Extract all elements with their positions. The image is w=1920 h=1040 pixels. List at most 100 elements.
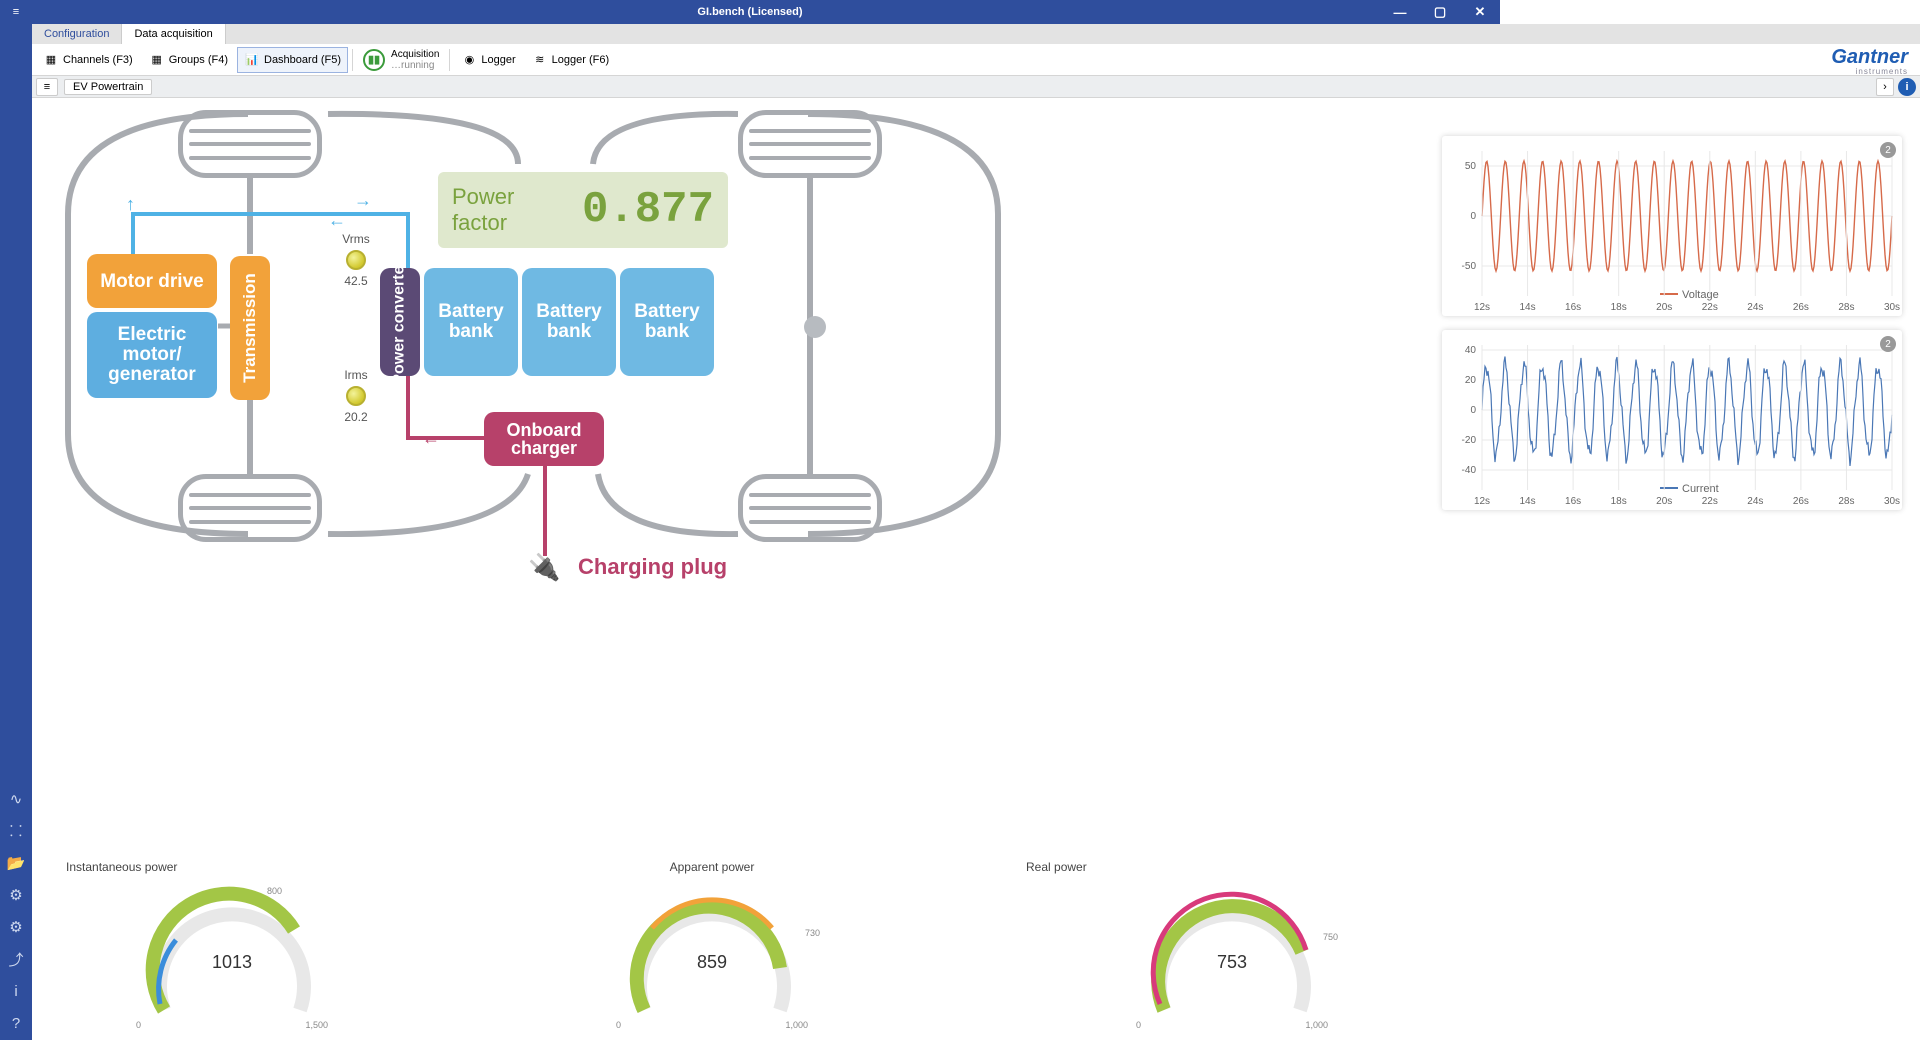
share-icon[interactable]: ⤴: [7, 950, 25, 968]
led-icon: [346, 250, 366, 270]
gauge-title: Real power: [1026, 860, 1438, 874]
svg-text:12s: 12s: [1474, 496, 1490, 507]
separator: [352, 49, 353, 71]
main-area: Configuration Data acquisition ▦ Channel…: [32, 24, 1920, 1040]
svg-text:50: 50: [1465, 161, 1477, 172]
svg-text:26s: 26s: [1793, 302, 1809, 313]
gauge-min: 0: [136, 1020, 141, 1030]
network-icon[interactable]: ⸬: [7, 822, 25, 840]
block-transmission: Transmission: [230, 256, 270, 400]
svg-text:12s: 12s: [1474, 302, 1490, 313]
pause-icon[interactable]: ▮▮: [363, 49, 385, 71]
svg-text:40: 40: [1465, 345, 1477, 356]
groups-button[interactable]: ▦ Groups (F4): [142, 47, 235, 73]
vrms-indicator: Vrms 42.5: [328, 232, 384, 288]
series-count-badge: 2: [1880, 142, 1896, 158]
irms-indicator: Irms 20.2: [328, 368, 384, 424]
wheel-front-right: [738, 110, 882, 178]
acquisition-state: …running: [391, 60, 439, 71]
svg-text:-40: -40: [1462, 465, 1477, 476]
block-battery-bank-3: Battery bank: [620, 268, 714, 376]
svg-text:28s: 28s: [1838, 496, 1854, 507]
folder-open-icon[interactable]: 📂: [7, 854, 25, 872]
record-icon: ◉: [461, 52, 477, 68]
wheel-rear-right: [738, 474, 882, 542]
gauge-peak: 730: [805, 928, 820, 938]
svg-text:Voltage: Voltage: [1682, 289, 1719, 301]
arrow-up-icon: ↑: [126, 194, 135, 215]
close-button[interactable]: ✕: [1460, 0, 1500, 24]
main-tabs: Configuration Data acquisition: [32, 24, 1920, 44]
dashboard-button[interactable]: 📊 Dashboard (F5): [237, 47, 348, 73]
led-icon: [346, 386, 366, 406]
power-factor-label: Power factor: [452, 184, 570, 236]
minimize-button[interactable]: —: [1380, 0, 1420, 24]
main-menu-icon[interactable]: ≡: [4, 0, 28, 24]
plug-line: [543, 466, 547, 556]
gauge-max: 1,500: [305, 1020, 328, 1030]
toolbar: ▦ Channels (F3) ▦ Groups (F4) 📊 Dashboar…: [32, 44, 1920, 76]
waveform-icon[interactable]: ∿: [7, 790, 25, 808]
svg-text:28s: 28s: [1838, 302, 1854, 313]
hamburger-icon[interactable]: ≡: [36, 78, 58, 96]
current-chart[interactable]: 2 40 20 0 -20 -40 Current 12s14s16s1: [1442, 330, 1902, 510]
gauge-instantaneous-power[interactable]: Instantaneous power 1013 0 1,500 800: [62, 856, 402, 1036]
logger-f6-button[interactable]: ≋ Logger (F6): [525, 47, 616, 73]
block-battery-bank-2: Battery bank: [522, 268, 616, 376]
vrms-label: Vrms: [328, 232, 384, 246]
joint-dot: [804, 316, 826, 338]
tab-data-acquisition[interactable]: Data acquisition: [122, 24, 225, 44]
acquisition-label: Acquisition: [391, 49, 439, 60]
arrow-right-icon: →: [354, 190, 372, 211]
powertrain-diagram: Power factor 0.877 Motor drive Electric …: [38, 104, 1018, 584]
stack-icon: ≋: [532, 52, 548, 68]
grid-icon: ▦: [43, 52, 59, 68]
logger-button[interactable]: ◉ Logger: [454, 47, 522, 73]
chart-icon: 📊: [244, 52, 260, 68]
info-icon[interactable]: i: [7, 982, 25, 1000]
gauge-value: 1013: [142, 952, 322, 973]
svg-text:20: 20: [1465, 375, 1477, 386]
logger-label: Logger: [481, 54, 515, 66]
app-title: GI.bench (Licensed): [697, 6, 802, 18]
info-badge-icon[interactable]: i: [1898, 78, 1916, 96]
chevron-right-icon[interactable]: ›: [1876, 78, 1894, 96]
power-factor-value: 0.877: [582, 185, 714, 235]
maximize-button[interactable]: ▢: [1420, 0, 1460, 24]
charging-plug-label: Charging plug: [578, 554, 727, 580]
block-onboard-charger: Onboard charger: [484, 412, 604, 466]
vrms-value: 42.5: [328, 274, 384, 288]
groups-label: Groups (F4): [169, 54, 228, 66]
gauge-apparent-power[interactable]: Apparent power 859 0 1,000 730: [502, 856, 922, 1036]
voltage-chart[interactable]: 2 50 0 -50 Voltage 12s14s16s18s20s22s24s…: [1442, 136, 1902, 316]
dashboard-crumb[interactable]: EV Powertrain: [64, 79, 152, 95]
dashboard-subheader: ≡ EV Powertrain › i: [32, 76, 1920, 98]
screen-settings-icon[interactable]: ⚙: [7, 886, 25, 904]
help-icon[interactable]: ?: [7, 1014, 25, 1032]
svg-text:22s: 22s: [1702, 302, 1718, 313]
svg-text:22s: 22s: [1702, 496, 1718, 507]
dashboard-canvas: Power factor 0.877 Motor drive Electric …: [32, 98, 1920, 1040]
block-electric-motor-generator: Electric motor/ generator: [87, 312, 217, 398]
svg-text:18s: 18s: [1611, 302, 1627, 313]
gauge-min: 0: [1136, 1020, 1141, 1030]
wheel-rear-left: [178, 474, 322, 542]
gauge-peak: 800: [267, 886, 282, 896]
svg-text:0: 0: [1470, 211, 1476, 222]
svg-text:20s: 20s: [1656, 302, 1672, 313]
svg-text:-50: -50: [1462, 261, 1477, 272]
svg-text:0: 0: [1470, 405, 1476, 416]
svg-text:18s: 18s: [1611, 496, 1627, 507]
side-rail: ∿ ⸬ 📂 ⚙ ⚙ ⤴ i ?: [0, 24, 32, 1040]
svg-text:24s: 24s: [1747, 496, 1763, 507]
gauge-real-power[interactable]: Real power 753 0 1,000 750: [1022, 856, 1442, 1036]
gauge-value: 753: [1142, 952, 1322, 973]
gauge-max: 1,000: [785, 1020, 808, 1030]
tab-configuration[interactable]: Configuration: [32, 24, 122, 44]
acquisition-status[interactable]: ▮▮ Acquisition …running: [357, 49, 445, 71]
gauge-peak: 750: [1323, 932, 1338, 942]
channels-button[interactable]: ▦ Channels (F3): [36, 47, 140, 73]
series-count-badge: 2: [1880, 336, 1896, 352]
block-motor-drive: Motor drive: [87, 254, 217, 308]
settings-icon[interactable]: ⚙: [7, 918, 25, 936]
